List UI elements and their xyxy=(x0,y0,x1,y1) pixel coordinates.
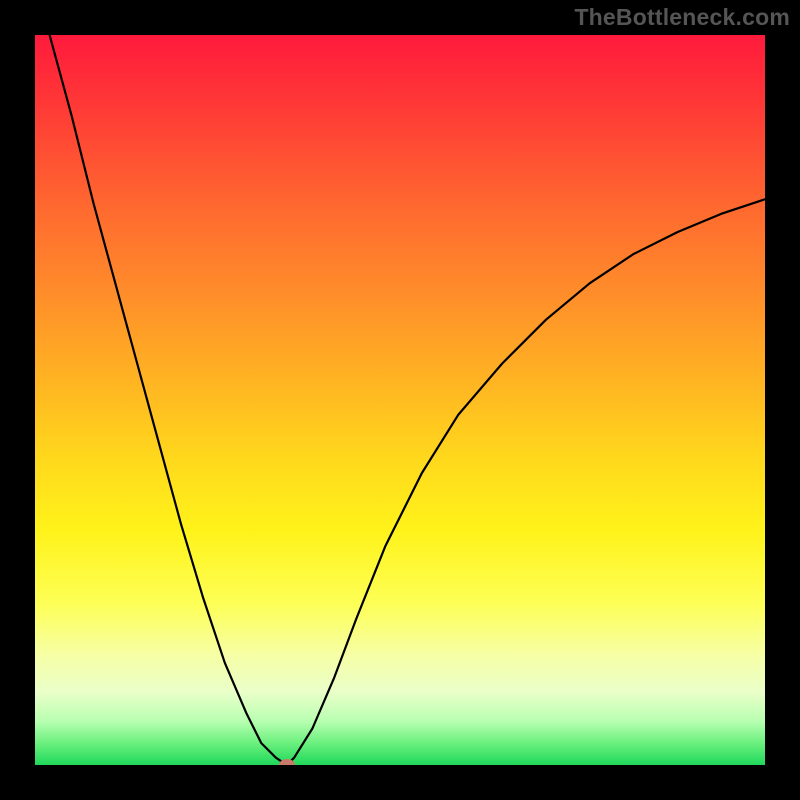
optimal-point-marker xyxy=(279,759,295,765)
chart-frame: TheBottleneck.com xyxy=(0,0,800,800)
bottleneck-curve xyxy=(35,35,765,765)
watermark-text: TheBottleneck.com xyxy=(574,4,790,31)
plot-area xyxy=(35,35,765,765)
